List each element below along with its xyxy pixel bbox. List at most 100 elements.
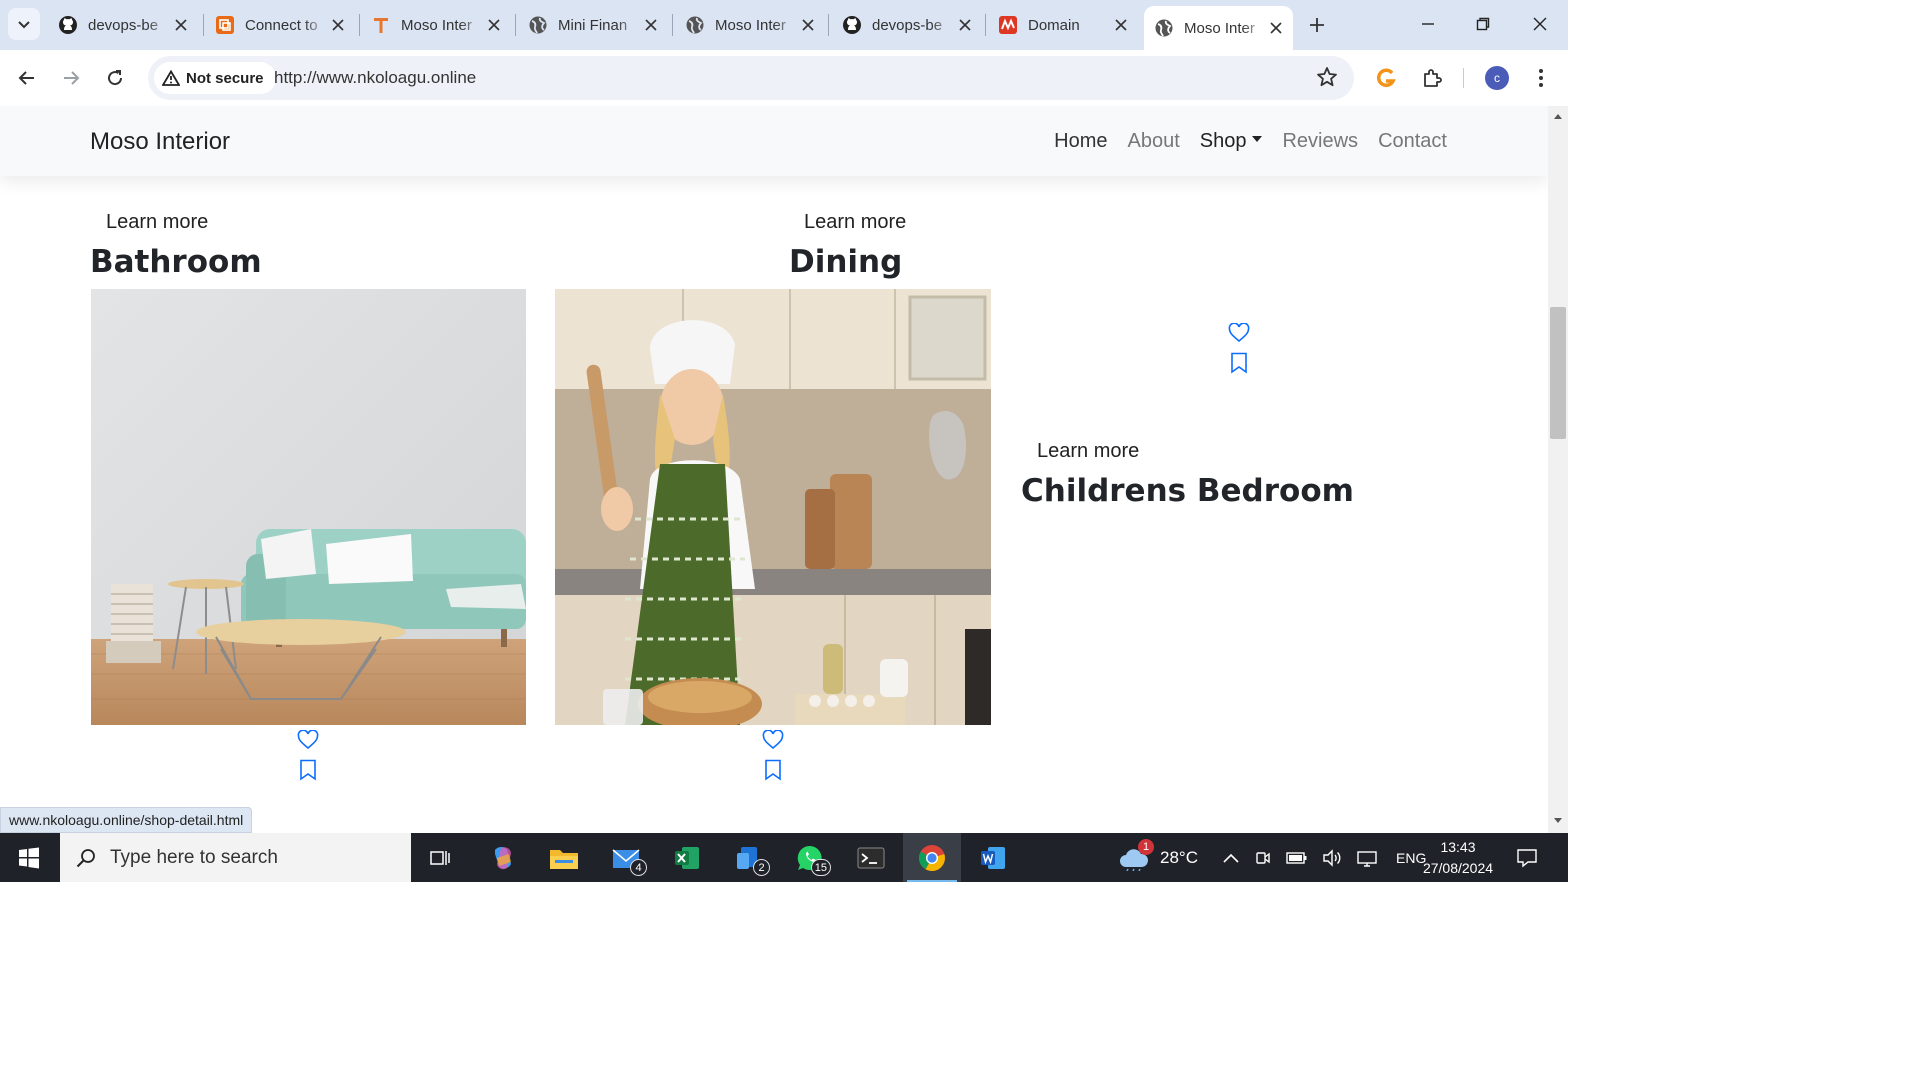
plus-icon	[1310, 18, 1324, 32]
whatsapp-app[interactable]: 15	[781, 833, 839, 882]
bookmark-icon[interactable]	[1228, 352, 1250, 374]
windows-logo-icon	[19, 847, 39, 868]
tab-title: Moso Inter	[1184, 19, 1255, 37]
bookmark-star-icon[interactable]	[1316, 66, 1338, 93]
clock-date: 27/08/2024	[1422, 860, 1494, 876]
terminal-icon	[857, 847, 885, 868]
copilot-app[interactable]	[474, 833, 532, 882]
close-icon[interactable]	[1267, 19, 1285, 37]
arrow-left-icon	[18, 71, 34, 85]
dining-image[interactable]	[555, 289, 991, 725]
tab-mini-finance[interactable]: Mini Finan	[518, 8, 668, 42]
tab-connect[interactable]: Connect to	[205, 8, 355, 42]
nav-contact[interactable]: Contact	[1378, 130, 1447, 153]
page-viewport: Moso Interior Home About Shop Reviews Co…	[0, 106, 1548, 833]
tab-strip: devops-be Connect to Moso Inter Mini Fin…	[0, 0, 1568, 50]
task-view-button[interactable]	[411, 833, 469, 882]
clock-time: 13:43	[1440, 839, 1476, 855]
card-title-bathroom: Bathroom	[90, 244, 262, 280]
back-button[interactable]	[11, 62, 43, 94]
excel-app[interactable]	[658, 833, 716, 882]
taskbar-clock[interactable]: 13:43 27/08/2024	[1418, 837, 1498, 879]
learn-more-link[interactable]: Learn more	[804, 211, 906, 234]
tab-devops-2[interactable]: devops-be	[832, 8, 982, 42]
reload-button[interactable]	[99, 62, 131, 94]
arrow-right-icon	[64, 71, 80, 85]
file-explorer-app[interactable]	[535, 833, 593, 882]
bookmark-icon[interactable]	[297, 759, 319, 781]
cloud-icon: 1	[1118, 838, 1154, 871]
volume-icon[interactable]	[1322, 848, 1342, 867]
heart-icon[interactable]	[297, 729, 319, 751]
tab-title: devops-be	[872, 16, 943, 34]
learn-more-link[interactable]: Learn more	[1037, 440, 1139, 463]
tab-domain[interactable]: Domain	[988, 8, 1138, 42]
profile-avatar[interactable]: c	[1485, 66, 1509, 90]
chevron-up-icon[interactable]	[1222, 852, 1240, 864]
forward-button[interactable]	[55, 62, 87, 94]
namecheap-icon	[998, 15, 1018, 35]
nav-reviews[interactable]: Reviews	[1282, 130, 1358, 153]
close-icon[interactable]	[642, 16, 660, 34]
site-info-button[interactable]: Not secure	[154, 62, 276, 94]
network-icon[interactable]	[1356, 849, 1378, 867]
toolbar-divider	[1463, 68, 1464, 88]
tab-separator	[672, 14, 673, 36]
close-icon[interactable]	[172, 16, 190, 34]
close-icon[interactable]	[799, 16, 817, 34]
grammarly-extension-icon[interactable]	[1370, 62, 1402, 94]
meet-now-icon[interactable]	[1254, 849, 1272, 867]
battery-icon[interactable]	[1286, 851, 1308, 865]
close-icon[interactable]	[1112, 16, 1130, 34]
close-icon[interactable]	[329, 16, 347, 34]
github-icon	[842, 15, 862, 35]
card-title-dining: Dining	[789, 244, 903, 280]
warning-icon	[162, 70, 180, 86]
site-brand[interactable]: Moso Interior	[90, 128, 230, 156]
scroll-up-icon[interactable]	[1553, 112, 1563, 120]
globe-icon	[528, 15, 548, 35]
start-button[interactable]	[0, 833, 58, 882]
browser-menu-button[interactable]	[1525, 62, 1557, 94]
restore-icon	[1476, 17, 1490, 31]
weather-widget[interactable]: 1 28°C	[1118, 833, 1198, 882]
nav-shop-label: Shop	[1199, 130, 1247, 152]
nav-home[interactable]: Home	[1054, 130, 1107, 153]
terminal-app[interactable]	[842, 833, 900, 882]
close-icon[interactable]	[956, 16, 974, 34]
scrollbar-thumb[interactable]	[1550, 307, 1566, 439]
heart-icon[interactable]	[1228, 322, 1250, 344]
heart-icon[interactable]	[762, 729, 784, 751]
tab-title: Moso Inter	[401, 16, 472, 34]
windows-taskbar: Type here to search 4 2 15 1 28°C ENG 13…	[0, 833, 1568, 882]
extensions-puzzle-icon[interactable]	[1416, 62, 1448, 94]
new-tab-button[interactable]	[1303, 11, 1331, 39]
notifications-button[interactable]	[1516, 833, 1538, 882]
url-text[interactable]: http://www.nkoloagu.online	[274, 68, 476, 88]
close-icon[interactable]	[485, 16, 503, 34]
close-window-button[interactable]	[1517, 8, 1563, 40]
page-scrollbar[interactable]	[1548, 106, 1568, 833]
temperature: 28°C	[1160, 847, 1198, 867]
tab-search-button[interactable]	[8, 8, 40, 40]
scroll-down-icon[interactable]	[1553, 817, 1563, 825]
tab-devops-1[interactable]: devops-be	[48, 8, 198, 42]
nav-shop-dropdown[interactable]: Shop	[1200, 130, 1263, 153]
caret-down-icon	[1252, 135, 1263, 142]
bookmark-icon[interactable]	[762, 759, 784, 781]
tab-moso-1[interactable]: Moso Inter	[361, 8, 511, 42]
restore-button[interactable]	[1460, 8, 1506, 40]
teams-app[interactable]: 2	[720, 833, 778, 882]
chrome-app[interactable]	[903, 833, 961, 882]
tab-moso-active[interactable]: Moso Inter	[1144, 6, 1293, 50]
mail-app[interactable]: 4	[597, 833, 655, 882]
nav-about[interactable]: About	[1128, 130, 1180, 153]
tab-moso-2[interactable]: Moso Inter	[675, 8, 825, 42]
taskbar-search-box[interactable]: Type here to search	[60, 833, 411, 882]
more-vertical-icon	[1539, 69, 1543, 87]
learn-more-link[interactable]: Learn more	[106, 211, 208, 234]
word-app[interactable]	[964, 833, 1022, 882]
bathroom-image[interactable]	[91, 289, 526, 725]
address-bar[interactable]: Not secure http://www.nkoloagu.online	[148, 56, 1354, 100]
minimize-button[interactable]	[1405, 8, 1451, 40]
